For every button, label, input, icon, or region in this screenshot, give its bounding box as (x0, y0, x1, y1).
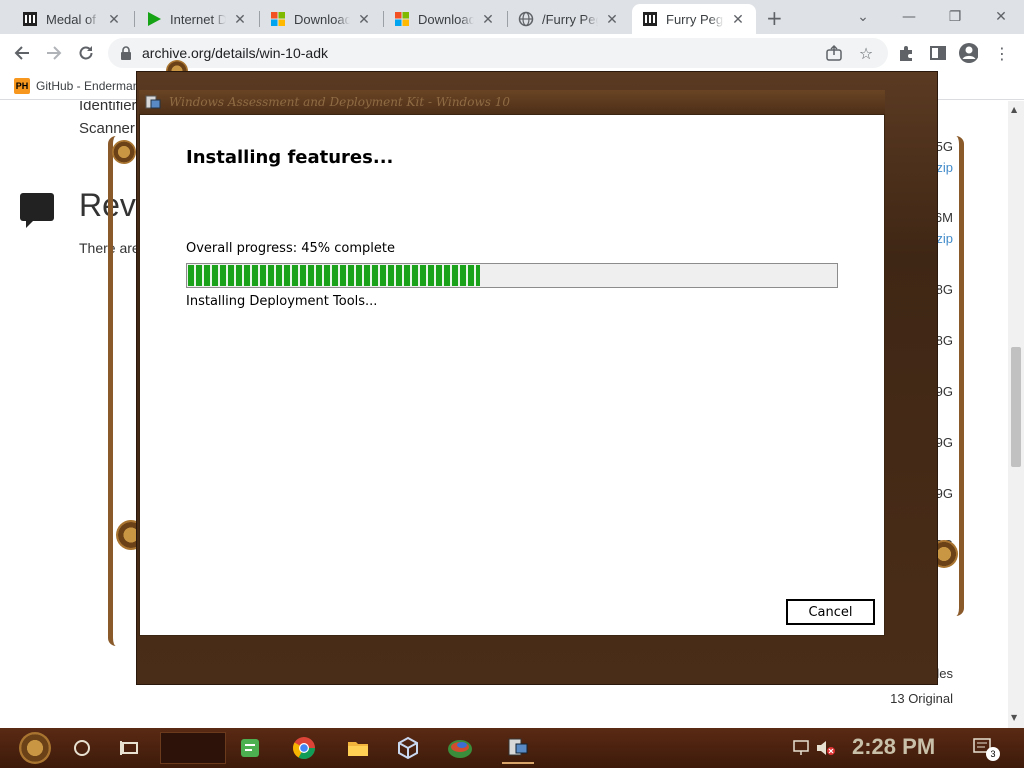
search-button[interactable] (66, 732, 98, 764)
tab-separator (134, 11, 135, 27)
tab-6-active[interactable]: Furry Pegasus ✕ (632, 4, 756, 34)
progress-bar (186, 263, 838, 288)
bookmark-label: GitHub - Endermanch (36, 79, 153, 93)
start-gear-icon (19, 732, 51, 764)
tab-label: /Furry Pegasus (542, 11, 598, 27)
new-tab-button[interactable]: + (766, 6, 783, 30)
taskbar-app-slot[interactable] (160, 732, 226, 764)
close-icon[interactable]: ✕ (356, 11, 372, 28)
reload-button[interactable] (74, 41, 98, 65)
frame-pipe-left (108, 136, 140, 646)
globe-icon (518, 11, 534, 27)
task-view-button[interactable] (114, 732, 146, 764)
menu-kebab-icon[interactable]: ⋮ (992, 43, 1012, 63)
page-scrollbar[interactable]: ▲ ▼ (1008, 101, 1024, 728)
chrome-button[interactable] (288, 732, 320, 764)
scroll-down-arrow-icon[interactable]: ▼ (1011, 713, 1017, 722)
tab-5[interactable]: /Furry Pegasus ✕ (508, 4, 630, 34)
back-arrow-icon (14, 46, 29, 60)
tab-label: Medal of Honor (46, 11, 100, 27)
installer-taskbar-button[interactable] (502, 732, 534, 764)
task-view-icon (120, 741, 138, 755)
back-button[interactable] (10, 41, 34, 65)
installer-app-icon (145, 94, 161, 110)
close-icon[interactable]: ✕ (106, 11, 122, 28)
action-center-button[interactable]: 3 (968, 732, 1000, 764)
tab-3[interactable]: Download Windows ADK ✕ (260, 4, 382, 34)
share-icon[interactable] (824, 43, 844, 63)
gear-decoration (112, 140, 136, 164)
installer-dialog: Installing features... Overall progress:… (139, 114, 885, 636)
archive-icon (642, 11, 658, 27)
url-text: archive.org/details/win-10-adk (142, 45, 328, 61)
extensions-icon[interactable] (896, 43, 916, 63)
page-title: Installing features... (186, 147, 394, 168)
forward-button[interactable] (42, 41, 66, 65)
installer-window-title: Windows Assessment and Deployment Kit - … (169, 95, 510, 109)
notes-app-button[interactable] (234, 732, 266, 764)
close-icon[interactable]: ✕ (730, 11, 746, 28)
globe-app-icon (448, 740, 472, 758)
tab-search-icon[interactable]: ⌄ (840, 0, 886, 34)
installer-app-icon (508, 738, 528, 756)
start-button[interactable] (16, 732, 54, 764)
identifier-label: Identifier (79, 101, 137, 114)
chrome-icon (293, 737, 315, 759)
taskbar: 2:28 PM 3 (0, 728, 1024, 768)
minimize-button[interactable]: — (886, 0, 932, 34)
installer-title-bar[interactable]: Windows Assessment and Deployment Kit - … (139, 90, 885, 114)
search-circle-icon (74, 740, 90, 756)
notification-count-badge: 3 (986, 747, 1000, 761)
profile-avatar-icon[interactable] (958, 43, 978, 63)
volume-muted-icon[interactable] (810, 732, 842, 764)
scroll-up-arrow-icon[interactable]: ▲ (1011, 105, 1017, 114)
lock-icon[interactable] (120, 45, 132, 64)
scanner-label: Scanner (79, 120, 135, 137)
tab-strip: Medal of Honor ✕ Internet Download Manag… (0, 0, 1024, 34)
reload-icon (79, 46, 93, 60)
tab-label: Internet Download Manager (170, 11, 226, 27)
forward-arrow-icon (47, 46, 62, 60)
close-icon[interactable]: ✕ (480, 11, 496, 28)
side-panel-icon[interactable] (928, 43, 948, 63)
microsoft-icon (270, 11, 286, 27)
bookmark-star-icon[interactable]: ☆ (856, 43, 876, 63)
comment-icon (20, 193, 54, 228)
bookmark-github-endermanch[interactable]: PH GitHub - Endermanch (14, 78, 152, 94)
tab-label: Download Windows ADK (294, 11, 350, 27)
file-explorer-button[interactable] (342, 732, 374, 764)
tab-label: Furry Pegasus (666, 11, 724, 27)
ph-icon: PH (14, 78, 30, 94)
archive-icon (22, 11, 38, 27)
tab-label: Download Windows ADK (418, 11, 474, 27)
window-controls: ⌄ — ❐ ✕ (840, 0, 1024, 34)
taskbar-clock[interactable]: 2:28 PM (852, 734, 935, 760)
status-text: Installing Deployment Tools... (186, 294, 378, 309)
cube-icon (398, 736, 418, 760)
folder-icon (348, 742, 368, 756)
close-window-button[interactable]: ✕ (978, 0, 1024, 34)
virtualbox-button[interactable] (392, 732, 424, 764)
progress-bar-fill (188, 265, 480, 286)
close-icon[interactable]: ✕ (232, 11, 248, 28)
tab-2[interactable]: Internet Download Manager ✕ (136, 4, 258, 34)
restore-button[interactable]: ❐ (932, 0, 978, 34)
tab-4[interactable]: Download Windows ADK ✕ (384, 4, 506, 34)
close-icon[interactable]: ✕ (604, 11, 620, 28)
scrollbar-thumb[interactable] (1011, 347, 1021, 467)
cancel-button[interactable]: Cancel (786, 599, 875, 625)
notes-icon (241, 739, 259, 757)
tab-1[interactable]: Medal of Honor ✕ (12, 4, 132, 34)
browser-toolbar: archive.org/details/win-10-adk ☆ ⋮ (0, 34, 1024, 72)
original-count: 13 Original (890, 691, 953, 706)
network-app-button[interactable] (444, 732, 476, 764)
address-bar[interactable]: archive.org/details/win-10-adk (108, 38, 888, 68)
microsoft-icon (394, 11, 410, 27)
play-icon (146, 11, 162, 27)
progress-label: Overall progress: 45% complete (186, 241, 395, 256)
